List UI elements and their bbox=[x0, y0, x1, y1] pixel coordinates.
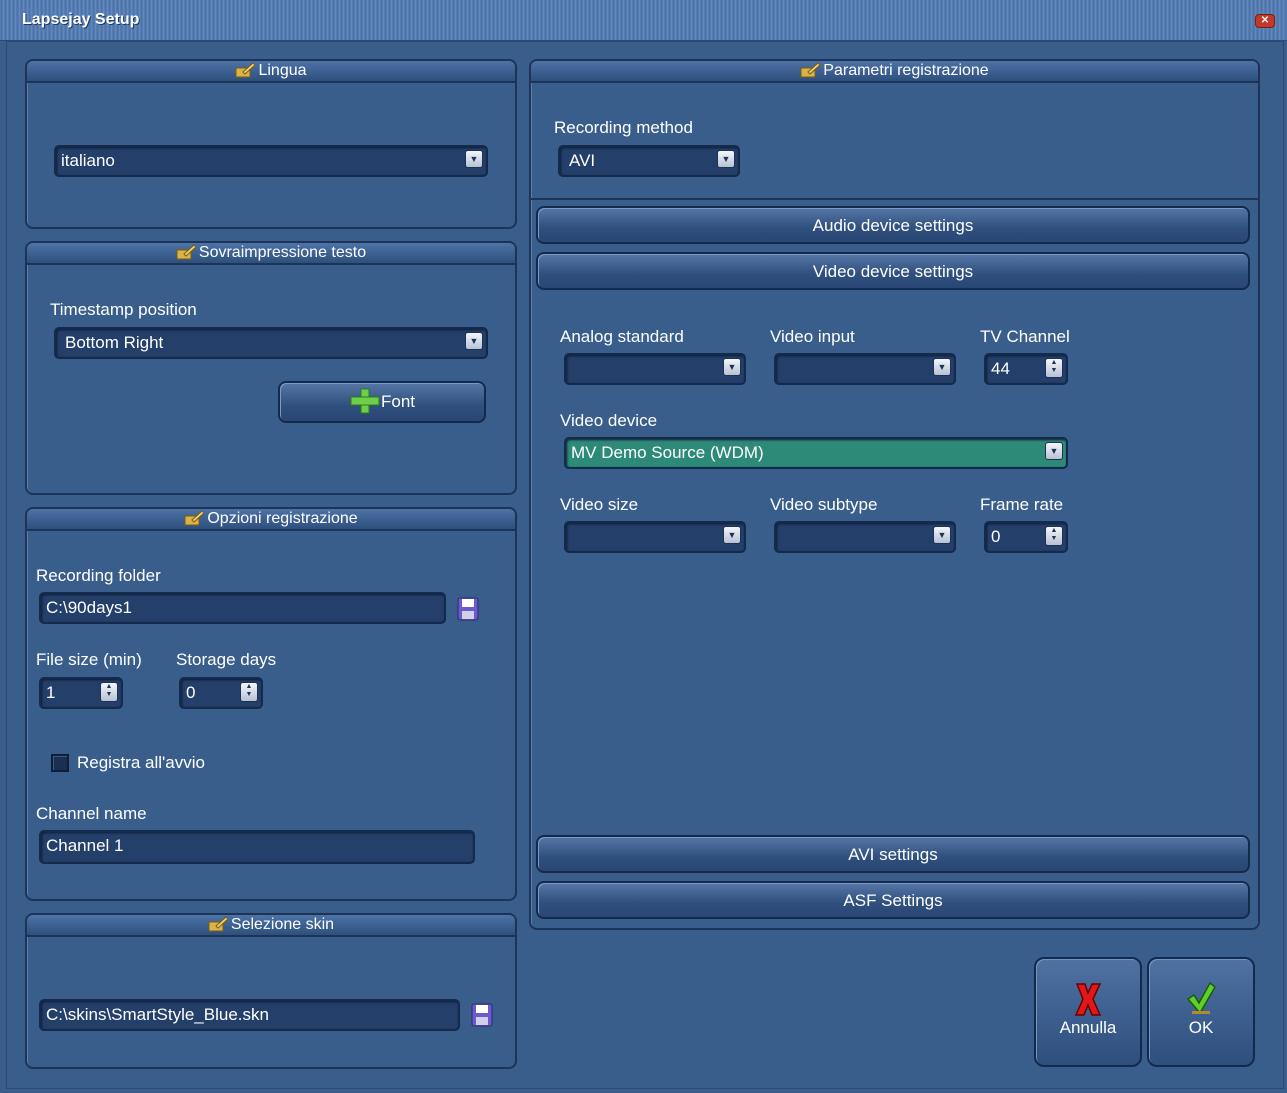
title-bar: Lapsejay Setup ✕ bbox=[0, 0, 1287, 41]
spin-arrows-icon[interactable]: ▲ ▼ bbox=[100, 682, 118, 702]
avi-settings-button[interactable]: AVI settings bbox=[536, 835, 1250, 873]
spin-arrows-icon[interactable]: ▲ ▼ bbox=[240, 682, 258, 702]
dropdown-arrow-icon[interactable]: ▼ bbox=[723, 526, 741, 544]
ok-check-icon bbox=[1186, 981, 1216, 1015]
language-select[interactable]: italiano ▼ bbox=[54, 145, 488, 177]
floppy-disk-icon[interactable] bbox=[457, 597, 479, 621]
skin-panel: Selezione skin C:\skins\SmartStyle_Blue.… bbox=[25, 913, 517, 1069]
spin-arrows-icon[interactable]: ▲ ▼ bbox=[1045, 358, 1063, 378]
cancel-x-icon bbox=[1074, 983, 1102, 1016]
analog-standard-label: Analog standard bbox=[560, 327, 684, 346]
timestamp-select[interactable]: Bottom Right ▼ bbox=[54, 327, 488, 359]
font-button[interactable]: Font bbox=[278, 381, 486, 423]
pencil-note-icon bbox=[176, 244, 196, 260]
recording-folder-input[interactable]: C:\90days1 bbox=[39, 592, 446, 624]
video-input-label: Video input bbox=[770, 327, 855, 346]
dropdown-arrow-icon[interactable]: ▼ bbox=[465, 150, 483, 168]
recording-method-value: AVI bbox=[569, 151, 596, 170]
recording-options-header: Opzioni registrazione bbox=[27, 509, 515, 531]
frame-rate-label: Frame rate bbox=[980, 495, 1064, 514]
timestamp-value: Bottom Right bbox=[65, 333, 164, 352]
tv-channel-stepper[interactable]: 44 ▲ ▼ bbox=[984, 353, 1068, 385]
frame-rate-stepper[interactable]: 0 ▲ ▼ bbox=[984, 521, 1068, 553]
dropdown-arrow-icon[interactable]: ▼ bbox=[933, 526, 951, 544]
close-button[interactable]: ✕ bbox=[1255, 14, 1275, 28]
recording-params-panel: Parametri registrazione Recording method… bbox=[529, 59, 1260, 930]
recording-options-panel: Opzioni registrazione Recording folder C… bbox=[25, 507, 517, 901]
skin-header: Selezione skin bbox=[27, 915, 515, 937]
overlay-header: Sovraimpressione testo bbox=[27, 243, 515, 265]
dropdown-arrow-icon[interactable]: ▼ bbox=[717, 150, 735, 168]
overlay-header-label: Sovraimpressione testo bbox=[198, 244, 367, 261]
storage-days-stepper[interactable]: 0 ▲ ▼ bbox=[179, 677, 263, 709]
dropdown-arrow-icon[interactable]: ▼ bbox=[465, 332, 483, 350]
recording-params-header: Parametri registrazione bbox=[531, 61, 1258, 83]
language-value: italiano bbox=[61, 151, 115, 170]
recording-options-header-label: Opzioni registrazione bbox=[207, 510, 358, 527]
cancel-label: Annulla bbox=[1059, 1018, 1117, 1037]
recording-params-header-label: Parametri registrazione bbox=[823, 62, 989, 79]
video-device-label: Video device bbox=[560, 411, 658, 430]
lingua-panel: Lingua italiano ▼ bbox=[25, 59, 517, 229]
pencil-note-icon bbox=[184, 510, 205, 526]
cancel-button[interactable]: Annulla bbox=[1034, 957, 1142, 1067]
recording-folder-label: Recording folder bbox=[36, 566, 161, 585]
ok-button[interactable]: OK bbox=[1147, 957, 1255, 1067]
file-size-label: File size (min) bbox=[36, 650, 142, 669]
record-on-start-label: Registra all'avvio bbox=[77, 753, 205, 772]
file-size-value: 1 bbox=[46, 683, 56, 702]
lingua-header-label: Lingua bbox=[258, 62, 307, 79]
lingua-header: Lingua bbox=[27, 61, 515, 83]
ok-label: OK bbox=[1188, 1018, 1214, 1037]
dropdown-arrow-icon[interactable]: ▼ bbox=[723, 358, 741, 376]
skin-header-label: Selezione skin bbox=[230, 916, 335, 933]
video-input-select[interactable]: ▼ bbox=[774, 353, 956, 385]
recording-method-label: Recording method bbox=[554, 118, 693, 137]
video-size-select[interactable]: ▼ bbox=[564, 521, 746, 553]
plus-icon bbox=[350, 388, 380, 414]
audio-settings-button[interactable]: Audio device settings bbox=[536, 206, 1250, 244]
channel-name-input[interactable]: Channel 1 bbox=[39, 830, 475, 864]
timestamp-label: Timestamp position bbox=[50, 300, 197, 319]
setup-window: Lingua italiano ▼ Sovraimpressione testo… bbox=[6, 41, 1284, 1089]
recording-params-divider bbox=[531, 198, 1258, 200]
video-settings-button[interactable]: Video device settings bbox=[536, 252, 1250, 290]
video-device-value: MV Demo Source (WDM) bbox=[571, 443, 764, 462]
record-on-start-checkbox[interactable] bbox=[51, 754, 69, 772]
tv-channel-value: 44 bbox=[991, 359, 1010, 378]
skin-path-input[interactable]: C:\skins\SmartStyle_Blue.skn bbox=[39, 999, 460, 1031]
storage-days-value: 0 bbox=[186, 683, 196, 702]
analog-standard-select[interactable]: ▼ bbox=[564, 353, 746, 385]
video-size-label: Video size bbox=[560, 495, 639, 514]
storage-days-label: Storage days bbox=[176, 650, 277, 669]
pencil-note-icon bbox=[800, 62, 821, 78]
tv-channel-label: TV Channel bbox=[980, 327, 1070, 346]
font-button-label: Font bbox=[380, 392, 416, 411]
overlay-panel: Sovraimpressione testo Timestamp positio… bbox=[25, 241, 517, 495]
pencil-note-icon bbox=[235, 62, 256, 78]
recording-method-select[interactable]: AVI ▼ bbox=[558, 145, 740, 177]
video-subtype-select[interactable]: ▼ bbox=[774, 521, 956, 553]
channel-name-label: Channel name bbox=[36, 804, 147, 823]
spin-arrows-icon[interactable]: ▲ ▼ bbox=[1045, 526, 1063, 546]
dropdown-arrow-icon[interactable]: ▼ bbox=[1045, 442, 1063, 460]
file-size-stepper[interactable]: 1 ▲ ▼ bbox=[39, 677, 123, 709]
asf-settings-button[interactable]: ASF Settings bbox=[536, 881, 1250, 919]
video-device-select[interactable]: MV Demo Source (WDM) ▼ bbox=[564, 437, 1068, 469]
frame-rate-value: 0 bbox=[991, 527, 1001, 546]
window-title: Lapsejay Setup bbox=[22, 11, 140, 28]
floppy-disk-icon[interactable] bbox=[471, 1003, 493, 1027]
video-subtype-label: Video subtype bbox=[770, 495, 878, 514]
pencil-note-icon bbox=[208, 916, 228, 932]
dropdown-arrow-icon[interactable]: ▼ bbox=[933, 358, 951, 376]
